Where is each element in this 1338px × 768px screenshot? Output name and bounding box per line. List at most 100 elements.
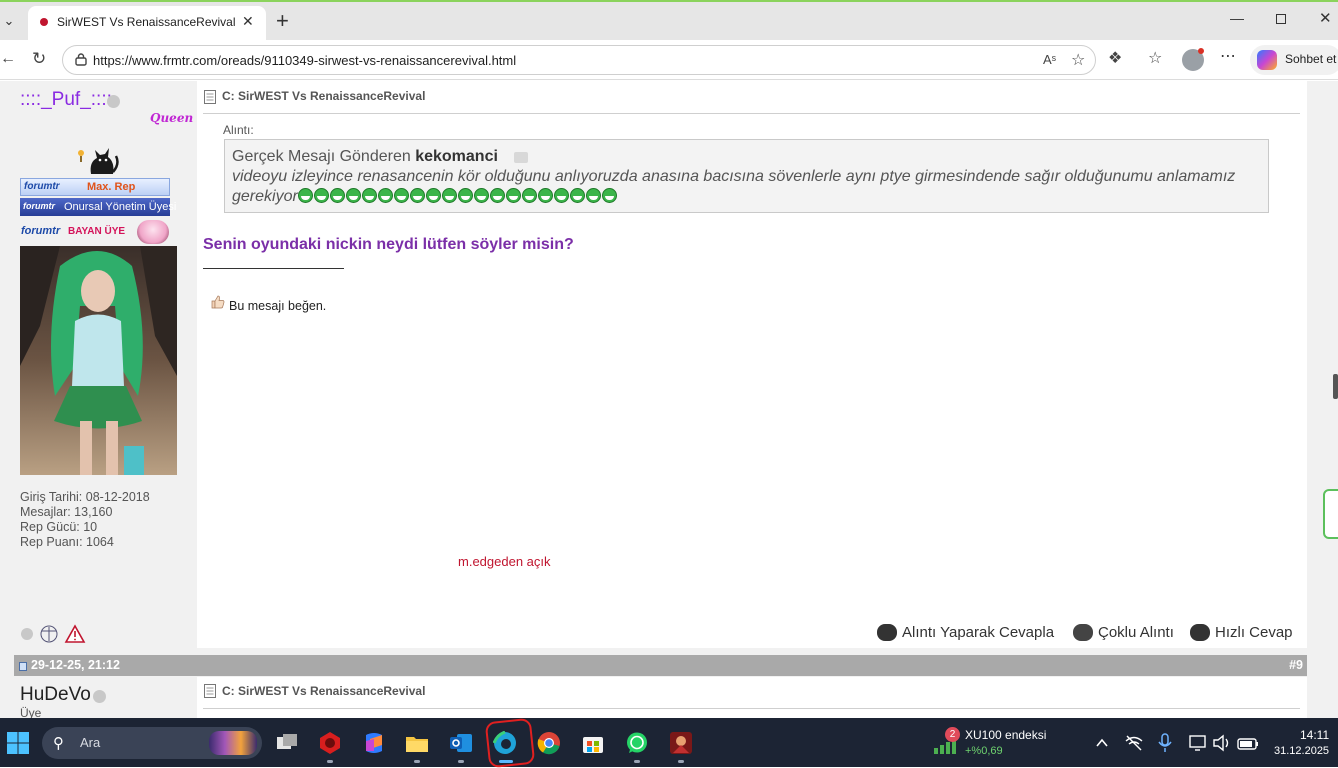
- quote-reply-button[interactable]: Alıntı Yaparak Cevapla: [877, 622, 1062, 644]
- taskbar-search[interactable]: ⚲ Ara: [42, 727, 262, 759]
- post-status-icon: [19, 662, 27, 671]
- outlook-icon[interactable]: [449, 731, 473, 755]
- multi-quote-icon: [1073, 624, 1093, 641]
- microsoft-store-icon[interactable]: [581, 731, 605, 755]
- new-tab-button[interactable]: +: [276, 8, 289, 34]
- grin-emoji-icon: [569, 188, 585, 203]
- avatar[interactable]: [20, 246, 177, 475]
- file-explorer-icon[interactable]: [405, 731, 429, 755]
- quick-reply-icon: [1190, 624, 1210, 641]
- signature-divider: [203, 268, 344, 269]
- running-indicator: [634, 760, 640, 763]
- post-body-panel: C: SirWEST Vs RenaissanceRevival Alıntı:…: [197, 81, 1307, 648]
- quote-header: Gerçek Mesajı Gönderen kekomanci: [232, 148, 498, 166]
- divider: [203, 113, 1300, 114]
- search-icon: ⚲: [53, 735, 64, 752]
- quote-text: videoyu izleyince renasancenin kör olduğ…: [232, 167, 1252, 207]
- like-post-link[interactable]: Bu mesajı beğen.: [229, 299, 326, 313]
- widget-value: +%0,69: [965, 745, 1003, 757]
- running-indicator: [458, 760, 464, 763]
- chrome-icon[interactable]: [537, 731, 561, 755]
- grin-emoji-icon: [601, 188, 617, 203]
- next-post-header: 29-12-25, 21:12 #9: [14, 655, 1307, 676]
- quote-author[interactable]: kekomanci: [415, 148, 498, 165]
- whatsapp-icon[interactable]: [625, 731, 649, 755]
- quote-label: Alıntı:: [223, 123, 254, 137]
- copilot-app-icon[interactable]: [362, 731, 386, 755]
- tab-close-icon[interactable]: ✕: [242, 13, 254, 30]
- view-post-arrow-icon[interactable]: [514, 152, 528, 163]
- offline-icon: [21, 628, 33, 640]
- battery-icon[interactable]: [1237, 733, 1259, 753]
- favorite-star-icon[interactable]: ☆: [1071, 50, 1085, 70]
- grin-emoji-icon: [521, 188, 537, 203]
- grin-emoji-icon: [345, 188, 361, 203]
- page-content: C: SirWEST Vs RenaissanceRevival Alıntı:…: [0, 81, 1338, 718]
- url-text[interactable]: https://www.frmtr.com/oreads/9110349-sir…: [93, 53, 516, 68]
- scrollbar-thumb[interactable]: [1333, 374, 1338, 399]
- post-number-link[interactable]: #9: [1289, 658, 1303, 672]
- user-name[interactable]: ::::_Puf_::::: [20, 89, 112, 111]
- tab-active[interactable]: SirWEST Vs RenaissanceRevival ✕: [28, 6, 266, 42]
- badge-brand: forumtr: [24, 181, 60, 192]
- multi-quote-label: Çoklu Alıntı: [1098, 624, 1174, 641]
- volume-icon[interactable]: [1212, 733, 1232, 753]
- grin-emoji-icon: [425, 188, 441, 203]
- clock-time[interactable]: 14:11: [1300, 728, 1329, 742]
- honorary-board-badge: forumtr Onursal Yönetim Üyesi: [20, 198, 176, 216]
- rep-points: Rep Puanı: 1064: [20, 535, 114, 549]
- maximize-button[interactable]: [1276, 14, 1286, 24]
- grin-emoji-row: [297, 188, 618, 205]
- thumbs-up-icon[interactable]: [211, 295, 225, 309]
- game-app-icon[interactable]: [669, 731, 693, 755]
- female-member-badge: forumtr BAYAN ÜYE: [20, 220, 170, 244]
- grin-emoji-icon: [393, 188, 409, 203]
- minimize-button[interactable]: —: [1230, 10, 1244, 26]
- quick-reply-label: Hızlı Cevap: [1215, 624, 1293, 641]
- microphone-icon[interactable]: [1158, 733, 1172, 753]
- offline-status-icon: [93, 690, 106, 703]
- display-icon[interactable]: [1188, 733, 1208, 753]
- side-widget-tab[interactable]: [1323, 489, 1338, 539]
- grin-emoji-icon: [553, 188, 569, 203]
- post-title: C: SirWEST Vs RenaissanceRevival: [222, 89, 426, 103]
- window-close-button[interactable]: ✕: [1319, 9, 1332, 27]
- grin-emoji-icon: [329, 188, 345, 203]
- next-post-title: C: SirWEST Vs RenaissanceRevival: [222, 684, 426, 698]
- report-warning-icon: [64, 624, 86, 643]
- scales-icon: [40, 625, 58, 643]
- badge-label: Onursal Yönetim Üyesi: [64, 201, 177, 213]
- next-user-name[interactable]: HuDeVo: [20, 684, 91, 706]
- address-bar[interactable]: https://www.frmtr.com/oreads/9110349-sir…: [62, 45, 1096, 75]
- post-message: Senin oyundaki nickin neydi lütfen söyle…: [203, 236, 574, 253]
- chevron-up-icon[interactable]: [1094, 735, 1110, 751]
- site-favicon-icon: [40, 18, 48, 26]
- widget-title[interactable]: XU100 endeksi: [965, 728, 1046, 742]
- search-highlight-image: [209, 731, 257, 755]
- tab-actions-menu-icon[interactable]: ⌄: [0, 10, 18, 32]
- copilot-label: Sohbet et: [1285, 52, 1337, 66]
- badge-brand: forumtr: [23, 201, 55, 211]
- copilot-icon: [1257, 50, 1277, 70]
- more-options-icon[interactable]: ⋯: [1220, 46, 1236, 66]
- back-button[interactable]: ←: [0, 50, 16, 68]
- badge-label: BAYAN ÜYE: [68, 226, 126, 237]
- lock-icon[interactable]: [75, 53, 87, 66]
- read-aloud-icon[interactable]: Aˢ: [1043, 52, 1056, 67]
- favorites-icon[interactable]: ☆: [1148, 48, 1162, 68]
- quick-reply-button[interactable]: Hızlı Cevap: [1190, 622, 1294, 644]
- extensions-icon[interactable]: ❖: [1108, 48, 1122, 68]
- red-app-icon[interactable]: [318, 731, 342, 755]
- grin-emoji-icon: [505, 188, 521, 203]
- rep-power: Rep Gücü: 10: [20, 520, 98, 534]
- task-view-icon[interactable]: [275, 731, 299, 755]
- copilot-button[interactable]: Sohbet et: [1250, 45, 1338, 75]
- clock-date[interactable]: 31.12.2025: [1274, 745, 1329, 757]
- network-off-icon[interactable]: [1124, 733, 1144, 753]
- user-action-icons: [21, 624, 86, 643]
- offline-status-icon: [107, 95, 120, 108]
- multi-quote-button[interactable]: Çoklu Alıntı: [1073, 622, 1179, 644]
- start-windows-icon[interactable]: [6, 731, 30, 755]
- speech-bubble-icon: [877, 624, 897, 641]
- reload-button[interactable]: ↻: [32, 49, 46, 69]
